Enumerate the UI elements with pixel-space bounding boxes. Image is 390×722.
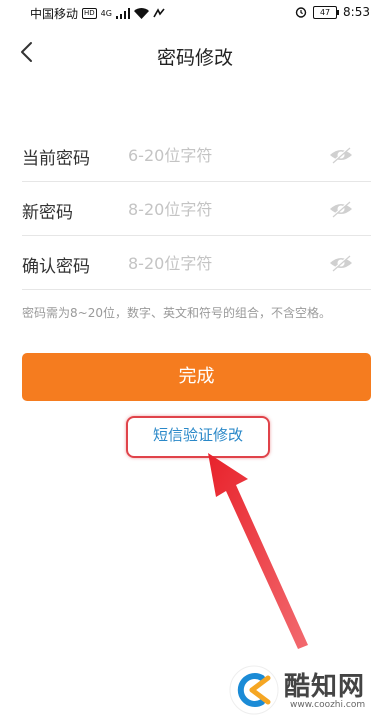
- hd-badge: HD: [82, 8, 97, 19]
- new-password-input[interactable]: [126, 194, 320, 224]
- new-password-label: 新密码: [22, 203, 73, 223]
- current-password-row: 当前密码: [22, 128, 371, 182]
- current-password-label: 当前密码: [22, 149, 90, 169]
- clock-time: 8:53: [343, 5, 370, 19]
- page-title: 密码修改: [156, 47, 233, 69]
- carrier-name: 中国移动: [30, 7, 79, 21]
- password-form: 当前密码 新密码 确认密码: [22, 128, 371, 290]
- network-type: 4G: [100, 9, 112, 18]
- status-bar: 中国移动 HD 4G 47 8:53: [0, 0, 390, 26]
- annotation-arrow-icon: [208, 453, 308, 649]
- submit-button[interactable]: 完成: [22, 353, 371, 401]
- sms-verify-link[interactable]: 短信验证修改: [126, 424, 270, 445]
- new-password-row: 新密码: [22, 182, 371, 236]
- signal-icon: [115, 8, 130, 19]
- watermark-url: www.coozhi.com: [290, 700, 366, 710]
- nfc-icon: [153, 8, 165, 18]
- nav-bar: 密码修改: [0, 30, 390, 76]
- confirm-password-row: 确认密码: [22, 236, 371, 290]
- battery-icon: 47: [313, 5, 340, 19]
- eye-closed-icon[interactable]: [329, 254, 353, 272]
- current-password-input[interactable]: [126, 140, 320, 170]
- coozhi-logo-icon: [229, 665, 279, 715]
- confirm-password-label: 确认密码: [22, 257, 90, 277]
- confirm-password-input[interactable]: [126, 248, 320, 278]
- eye-closed-icon[interactable]: [329, 146, 353, 164]
- watermark: 酷知网 www.coozhi.com: [228, 664, 388, 722]
- eye-closed-icon[interactable]: [329, 200, 353, 218]
- watermark-text: 酷知网: [284, 672, 366, 702]
- alarm-icon: [295, 7, 307, 18]
- wifi-icon: [133, 8, 149, 19]
- password-hint: 密码需为8~20位，数字、英文和符号的组合，不含空格。: [22, 306, 331, 320]
